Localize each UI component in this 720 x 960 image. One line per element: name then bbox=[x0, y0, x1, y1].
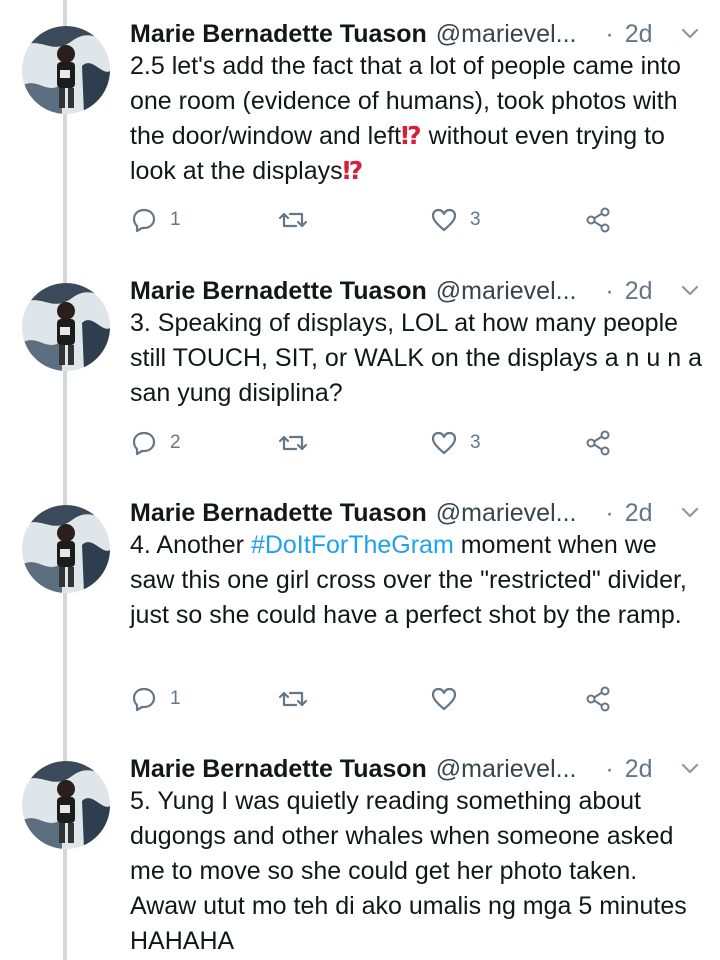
heart-icon bbox=[431, 208, 457, 232]
avatar[interactable] bbox=[22, 26, 110, 114]
avatar[interactable] bbox=[22, 283, 110, 371]
reply-count: 1 bbox=[170, 688, 181, 709]
share-icon bbox=[586, 430, 610, 456]
reply-icon bbox=[132, 687, 156, 712]
author-name[interactable]: Marie Bernadette Tuason bbox=[130, 499, 427, 527]
reply-button[interactable]: 2 bbox=[130, 423, 181, 463]
tweet-actions: 1 3 bbox=[130, 200, 630, 240]
avatar-photo bbox=[22, 761, 110, 849]
separator-dot: · bbox=[605, 755, 614, 783]
tweet-text: 4. Another #DoItForTheGram moment when w… bbox=[130, 528, 706, 633]
reply-button[interactable]: 1 bbox=[130, 679, 181, 719]
share-button[interactable] bbox=[584, 423, 612, 463]
retweet-button[interactable] bbox=[278, 423, 320, 463]
reply-count: 2 bbox=[170, 432, 181, 453]
author-handle[interactable]: @marievel... bbox=[436, 20, 577, 48]
author-handle[interactable]: @marievel... bbox=[436, 755, 577, 783]
share-icon bbox=[586, 207, 610, 233]
hashtag-link[interactable]: #DoItForTheGram bbox=[251, 531, 454, 559]
timestamp[interactable]: 2d bbox=[625, 20, 653, 48]
author-handle[interactable]: @marievel... bbox=[436, 499, 577, 527]
reply-count: 1 bbox=[170, 209, 181, 230]
avatar-photo bbox=[22, 26, 110, 114]
share-button[interactable] bbox=[584, 679, 612, 719]
share-icon bbox=[586, 686, 610, 712]
author-handle[interactable]: @marievel... bbox=[436, 277, 577, 305]
retweet-icon bbox=[278, 691, 308, 707]
avatar[interactable] bbox=[22, 505, 110, 593]
chevron-down-icon[interactable] bbox=[678, 500, 702, 524]
timestamp[interactable]: 2d bbox=[625, 277, 653, 305]
like-count: 3 bbox=[470, 432, 481, 453]
author-name[interactable]: Marie Bernadette Tuason bbox=[130, 277, 427, 305]
reply-icon bbox=[132, 431, 156, 456]
separator-dot: · bbox=[605, 499, 614, 527]
separator-dot: · bbox=[605, 20, 614, 48]
heart-icon bbox=[431, 687, 457, 711]
chevron-down-icon[interactable] bbox=[678, 278, 702, 302]
like-button[interactable] bbox=[430, 679, 470, 719]
avatar-photo bbox=[22, 505, 110, 593]
reply-button[interactable]: 1 bbox=[130, 200, 181, 240]
tweet-text: 2.5 let's add the fact that a lot of peo… bbox=[130, 49, 706, 189]
tweet-text-part: 4. Another bbox=[130, 531, 251, 559]
heart-icon bbox=[431, 431, 457, 455]
author-name[interactable]: Marie Bernadette Tuason bbox=[130, 755, 427, 783]
reply-icon bbox=[132, 208, 156, 233]
tweet-text: 3. Speaking of displays, LOL at how many… bbox=[130, 309, 702, 407]
retweet-button[interactable] bbox=[278, 679, 320, 719]
share-button[interactable] bbox=[584, 200, 612, 240]
chevron-down-icon[interactable] bbox=[678, 21, 702, 45]
author-name[interactable]: Marie Bernadette Tuason bbox=[130, 20, 427, 48]
separator-dot: · bbox=[605, 277, 614, 305]
interrobang-emoji: ⁉ bbox=[342, 157, 364, 185]
retweet-button[interactable] bbox=[278, 200, 320, 240]
avatar-photo bbox=[22, 283, 110, 371]
tweet-actions: 2 3 bbox=[130, 423, 630, 463]
avatar[interactable] bbox=[22, 761, 110, 849]
like-button[interactable]: 3 bbox=[430, 423, 481, 463]
timestamp[interactable]: 2d bbox=[625, 499, 653, 527]
like-button[interactable]: 3 bbox=[430, 200, 481, 240]
like-count: 3 bbox=[470, 209, 481, 230]
retweet-icon bbox=[278, 212, 308, 228]
tweet-actions: 1 bbox=[130, 679, 630, 719]
tweet-text: 5. Yung I was quietly reading something … bbox=[130, 787, 687, 955]
retweet-icon bbox=[278, 435, 308, 451]
chevron-down-icon[interactable] bbox=[678, 756, 702, 780]
timestamp[interactable]: 2d bbox=[625, 755, 653, 783]
interrobang-emoji: ⁉ bbox=[401, 122, 422, 150]
